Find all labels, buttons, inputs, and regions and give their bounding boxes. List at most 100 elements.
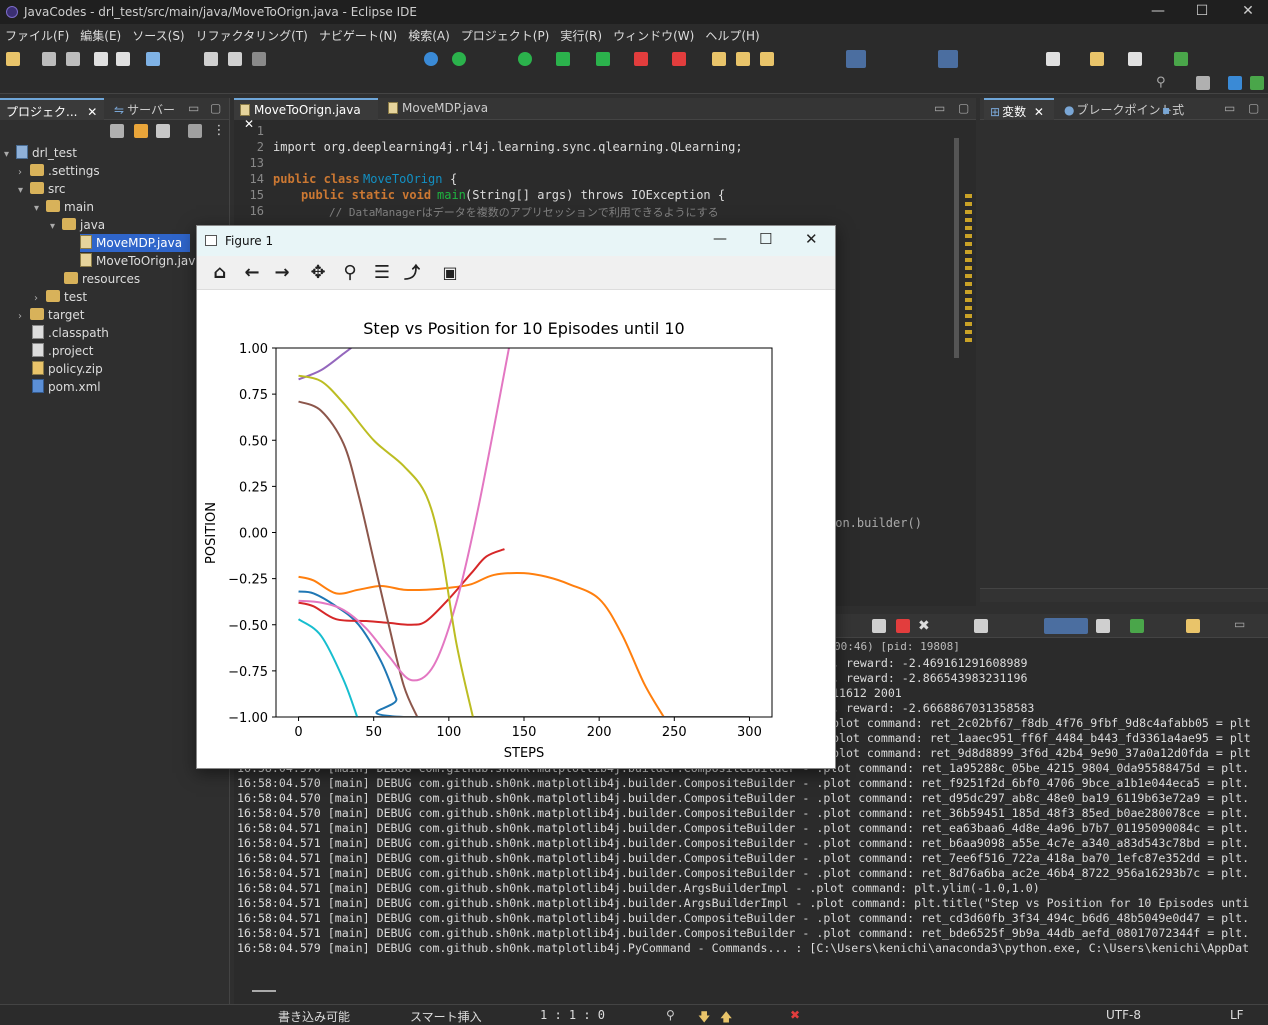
- skip-breakpoints-icon[interactable]: [452, 52, 466, 66]
- maximize-view-icon[interactable]: ▢: [204, 98, 227, 120]
- open-console-icon[interactable]: [1130, 619, 1144, 633]
- menu-navigate[interactable]: ナビゲート(N): [314, 24, 403, 44]
- terminate-icon[interactable]: [896, 619, 910, 633]
- close-icon[interactable]: ✕: [1034, 105, 1044, 119]
- tree-item-classpath[interactable]: .classpath: [32, 324, 109, 342]
- menu-refactor[interactable]: リファクタリング(T): [191, 24, 314, 44]
- collapse-all-icon[interactable]: [110, 124, 124, 138]
- menu-source[interactable]: ソース(S): [127, 24, 190, 44]
- new-console-icon[interactable]: [1186, 619, 1200, 633]
- horizontal-scrollbar[interactable]: [980, 588, 1268, 602]
- open-task-icon[interactable]: [736, 52, 750, 66]
- minimize-view-icon[interactable]: ▭: [1218, 98, 1241, 120]
- menu-run[interactable]: 実行(R): [555, 24, 608, 44]
- tree-item-policy-zip[interactable]: policy.zip: [32, 360, 103, 378]
- terminate-icon[interactable]: [252, 52, 266, 66]
- search-icon[interactable]: ⚲: [1156, 76, 1170, 90]
- undo-icon[interactable]: [94, 52, 108, 66]
- tree-item-resources[interactable]: resources: [64, 270, 140, 288]
- prev-annotation-icon[interactable]: 🡅: [720, 1008, 732, 1025]
- clear-console-icon[interactable]: [974, 619, 988, 633]
- debug-icon[interactable]: [556, 52, 570, 66]
- focus-icon[interactable]: [188, 124, 202, 138]
- maximize-view-icon[interactable]: ▢: [952, 98, 975, 120]
- new-icon[interactable]: [6, 52, 20, 66]
- tab-expressions[interactable]: ▪ 式: [1156, 98, 1190, 120]
- menu-file[interactable]: ファイル(F): [0, 24, 75, 44]
- gear-icon[interactable]: [424, 52, 438, 66]
- error-icon[interactable]: ✖: [790, 1008, 800, 1022]
- view-menu-icon[interactable]: ⋮: [212, 124, 226, 138]
- minimize-view-icon[interactable]: ▭: [1228, 614, 1251, 636]
- external-tools-icon[interactable]: [672, 52, 686, 66]
- maximize-view-icon[interactable]: ▢: [1242, 98, 1265, 120]
- search-icon[interactable]: ⚲: [666, 1008, 675, 1022]
- close-icon[interactable]: ✕: [87, 105, 97, 119]
- editor-scrollbar[interactable]: [954, 138, 959, 358]
- filter-icon[interactable]: [156, 124, 170, 138]
- tab-project-explorer[interactable]: プロジェク... ✕: [0, 98, 104, 120]
- next-annotation-icon[interactable]: 🡇: [698, 1008, 710, 1025]
- perspective-debug-icon[interactable]: [1250, 76, 1264, 90]
- tab-servers[interactable]: ⇋ サーバー: [108, 98, 181, 120]
- tab-movetoorign[interactable]: MoveToOrign.java ✕: [234, 98, 378, 131]
- configure-subplots-icon[interactable]: ☰: [371, 262, 393, 284]
- maximize-icon[interactable]: ☐: [1187, 3, 1217, 19]
- tree-item-test[interactable]: › test: [34, 288, 87, 306]
- back-arrow-icon[interactable]: [1090, 52, 1104, 66]
- tree-item-settings[interactable]: › .settings: [18, 162, 100, 180]
- tree-item-target[interactable]: › target: [18, 306, 85, 324]
- link-with-editor-icon[interactable]: [134, 124, 148, 138]
- menu-edit[interactable]: 編集(E): [75, 24, 127, 44]
- scroll-lock-icon[interactable]: [872, 619, 886, 633]
- zoom-icon[interactable]: ⚲: [339, 262, 361, 284]
- word-wrap-icon[interactable]: [1096, 619, 1110, 633]
- pin-console-icon[interactable]: [1044, 618, 1088, 634]
- menu-help[interactable]: ヘルプ(H): [700, 24, 765, 44]
- stop-server-icon[interactable]: [634, 52, 648, 66]
- tab-movemdp[interactable]: MoveMDP.java: [382, 98, 494, 120]
- back-icon[interactable]: [1046, 52, 1060, 66]
- tree-item-pom[interactable]: pom.xml: [32, 378, 101, 396]
- save-all-icon[interactable]: [66, 52, 80, 66]
- back-arrow-icon[interactable]: ←: [241, 262, 263, 284]
- open-type-icon[interactable]: [712, 52, 726, 66]
- suspend-icon[interactable]: [228, 52, 242, 66]
- resume-icon[interactable]: [204, 52, 218, 66]
- coverage-icon[interactable]: [596, 52, 610, 66]
- tree-item-movetoorign[interactable]: MoveToOrign.java: [80, 252, 203, 270]
- save-icon[interactable]: [42, 52, 56, 66]
- menu-project[interactable]: プロジェクト(P): [456, 24, 556, 44]
- tab-variables[interactable]: ⊞ 変数 ✕: [984, 98, 1054, 120]
- redo-icon[interactable]: [116, 52, 130, 66]
- tree-item-movemdp[interactable]: MoveMDP.java: [80, 234, 191, 252]
- menu-search[interactable]: 検索(A): [403, 24, 456, 44]
- search-folder-icon[interactable]: [760, 52, 774, 66]
- mark-occurrences-icon[interactable]: [846, 50, 866, 68]
- show-whitespace-icon[interactable]: [938, 50, 958, 68]
- menu-window[interactable]: ウィンドウ(W): [608, 24, 700, 44]
- perspective-java-ee-icon[interactable]: [1228, 76, 1242, 90]
- remove-launch-icon[interactable]: ✖: [918, 619, 932, 633]
- maximize-icon[interactable]: ☐: [759, 230, 772, 248]
- minimize-icon[interactable]: —: [713, 231, 727, 247]
- minimize-view-icon[interactable]: ▭: [182, 98, 205, 120]
- open-perspective-icon[interactable]: [1174, 52, 1188, 66]
- close-icon[interactable]: ✕: [805, 230, 818, 248]
- minimize-view-icon[interactable]: ▭: [928, 98, 951, 120]
- tree-item-java[interactable]: ▾ java: [50, 216, 105, 234]
- forward-icon[interactable]: [1128, 52, 1142, 66]
- console-icon[interactable]: [146, 52, 160, 66]
- home-icon[interactable]: ⌂: [209, 262, 231, 284]
- minimize-icon[interactable]: —: [1143, 3, 1173, 19]
- console-drag-handle[interactable]: [252, 990, 276, 992]
- tree-item-src[interactable]: ▾ src: [18, 180, 66, 198]
- edit-axis-icon[interactable]: ⤴: [401, 262, 423, 284]
- run-icon[interactable]: [518, 52, 532, 66]
- tree-item-drl_test[interactable]: ▾ drl_test: [4, 144, 77, 162]
- save-figure-icon[interactable]: ▣: [439, 262, 461, 284]
- forward-arrow-icon[interactable]: →: [271, 262, 293, 284]
- pan-icon[interactable]: ✥: [307, 262, 329, 284]
- close-icon[interactable]: ✕: [1233, 3, 1263, 19]
- tree-item-main[interactable]: ▾ main: [34, 198, 94, 216]
